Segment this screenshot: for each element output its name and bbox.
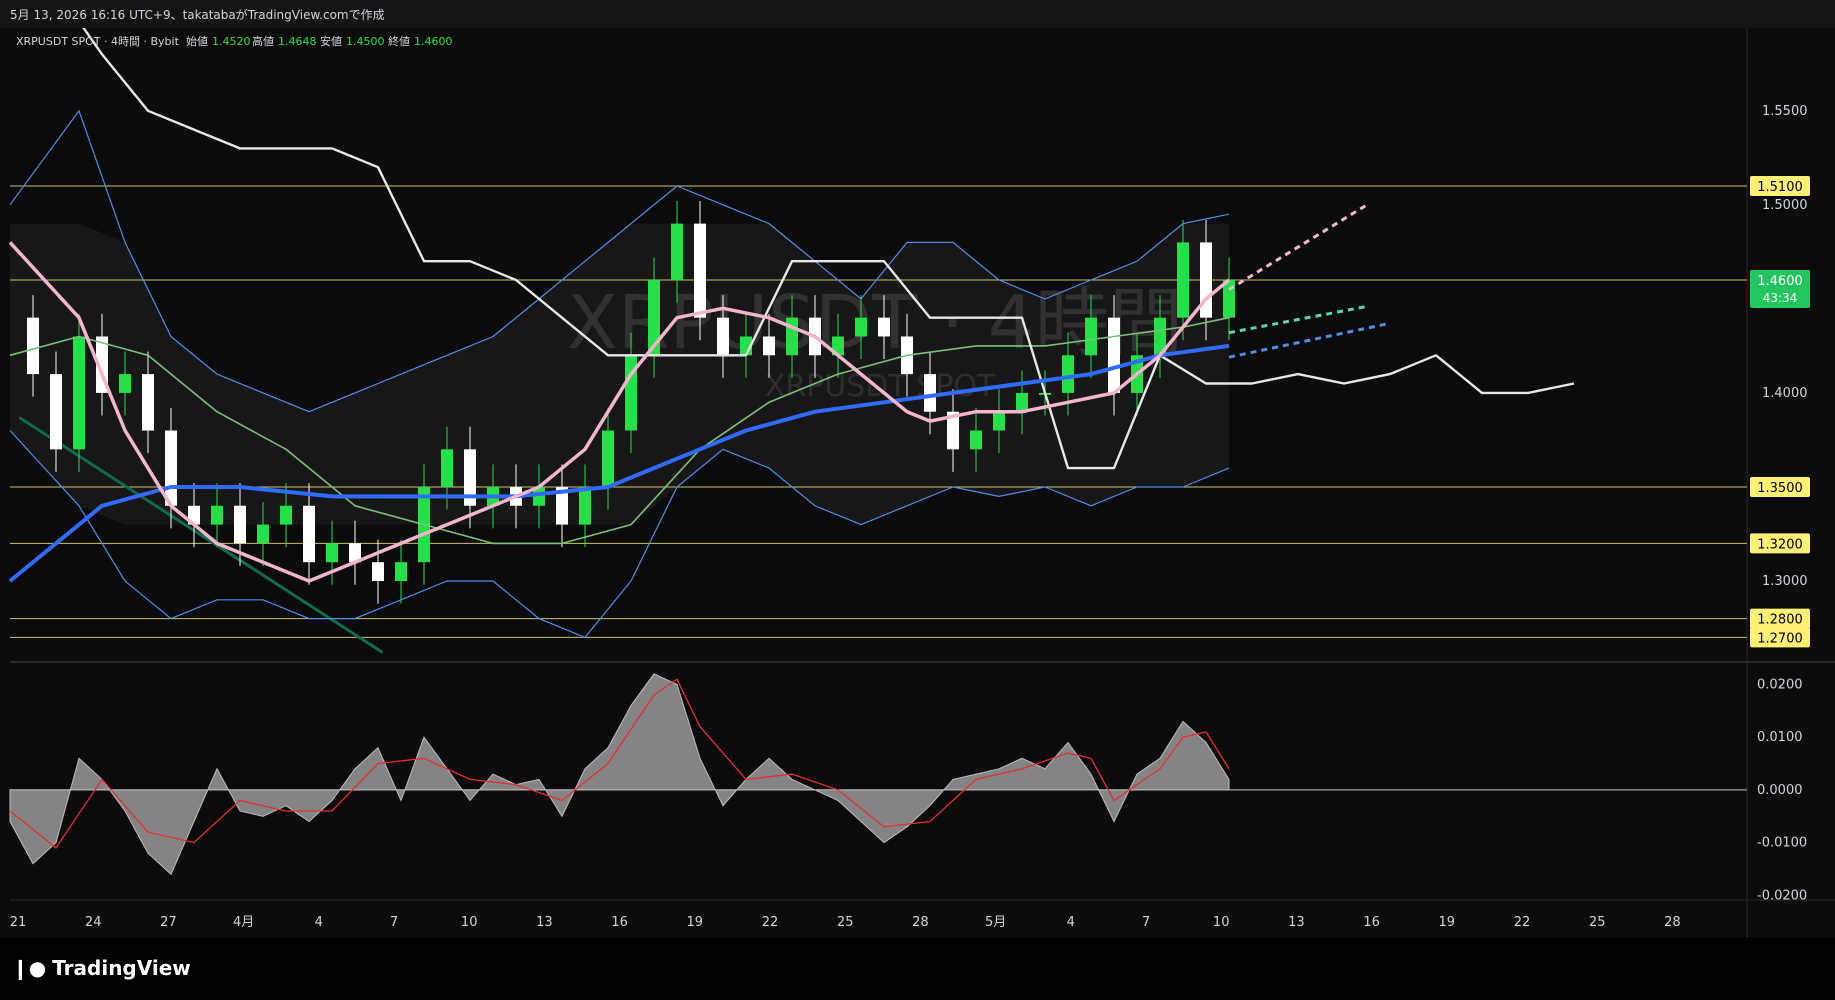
candle-body — [579, 486, 591, 525]
time-axis-tick: 10 — [1213, 915, 1230, 930]
time-axis-tick: 16 — [1363, 915, 1380, 930]
time-axis-tick: 4月 — [233, 915, 254, 930]
price-axis-tick: 1.3000 — [1762, 574, 1808, 589]
candle-body — [855, 317, 867, 337]
legend-close-value: 1.4600 — [414, 35, 453, 48]
candle-body — [1016, 392, 1028, 412]
candle-body — [763, 336, 775, 356]
time-axis-tick: 28 — [1664, 915, 1681, 930]
price-level-tag-text: 1.2700 — [1757, 631, 1803, 646]
countdown-text: 43:34 — [1763, 291, 1798, 305]
time-axis-tick: 27 — [160, 915, 177, 930]
current-price-text: 1.4600 — [1757, 274, 1803, 289]
time-axis-tick: 4 — [315, 915, 323, 930]
time-axis-tick: 16 — [611, 915, 628, 930]
price-axis-tick: 1.4000 — [1762, 386, 1808, 401]
candle-body — [50, 374, 62, 450]
candle-body — [211, 505, 223, 525]
time-axis-tick: 22 — [1514, 915, 1531, 930]
time-axis-tick: 24 — [85, 915, 102, 930]
candle-body — [395, 562, 407, 581]
candle-body — [73, 336, 85, 450]
price-axis-tick: 1.5500 — [1762, 104, 1808, 119]
candle-body — [165, 430, 177, 506]
candle-body — [993, 411, 1005, 431]
legend-open-label: 始値 — [186, 34, 208, 48]
candle-body — [878, 317, 890, 337]
candle-body — [257, 524, 269, 544]
candle-body — [717, 317, 729, 356]
footer: ❙● TradingView — [0, 938, 1835, 1000]
price-level-tag-text: 1.3500 — [1757, 481, 1803, 496]
time-axis-tick: 5月 — [985, 915, 1006, 930]
time-axis-tick: 19 — [687, 915, 704, 930]
oscillator-axis-tick: 0.0200 — [1757, 677, 1803, 692]
oscillator-axis-tick: 0.0100 — [1757, 730, 1803, 745]
time-axis-tick: 25 — [837, 915, 854, 930]
time-axis-tick: 7 — [390, 915, 398, 930]
tradingview-logo[interactable]: ❙● TradingView — [12, 956, 191, 980]
legend-high-value: 1.4648 — [278, 35, 317, 48]
time-axis-tick: 22 — [762, 915, 779, 930]
candle-body — [924, 374, 936, 412]
legend-close-label: 終値 — [388, 34, 410, 48]
oscillator-axis-tick: -0.0100 — [1757, 836, 1807, 851]
candle-body — [671, 223, 683, 281]
top-bar: 5月 13, 2026 16:16 UTC+9、takatabaがTrading… — [0, 0, 1835, 28]
tradingview-brand: TradingView — [52, 956, 191, 980]
candle-body — [786, 317, 798, 356]
legend-low-value: 1.4500 — [346, 35, 385, 48]
time-axis-tick: 28 — [912, 915, 929, 930]
price-level-tag-text: 1.5100 — [1757, 180, 1803, 195]
price-level-tag-text: 1.3200 — [1757, 537, 1803, 552]
candle-body — [1177, 242, 1189, 318]
time-axis-tick: 13 — [536, 915, 553, 930]
time-axis-tick: 13 — [1288, 915, 1305, 930]
price-level-tag-text: 1.2800 — [1757, 613, 1803, 628]
price-axis-tick: 1.5000 — [1762, 198, 1808, 213]
candle-body — [27, 317, 39, 375]
candle-body — [234, 505, 246, 544]
candle-body — [441, 449, 453, 487]
time-axis-tick: 25 — [1589, 915, 1606, 930]
time-axis-tick: 4 — [1067, 915, 1075, 930]
time-axis-tick: 19 — [1439, 915, 1456, 930]
legend-row: XRPUSDT SPOT · 4時間 · Bybit 始値 1.4520 高値 … — [16, 34, 453, 48]
legend-low-label: 安値 — [320, 34, 342, 48]
candle-body — [326, 543, 338, 563]
candle-body — [602, 430, 614, 487]
legend-open-value: 1.4520 — [212, 35, 251, 48]
candle-body — [694, 223, 706, 318]
candle-body — [372, 562, 384, 581]
candle-body — [119, 374, 131, 393]
legend-symbol: XRPUSDT SPOT · 4時間 · Bybit — [16, 35, 180, 48]
candle-body — [280, 505, 292, 525]
candle-body — [1062, 355, 1074, 393]
caption-text: 5月 13, 2026 16:16 UTC+9、takatabaがTrading… — [10, 8, 385, 22]
candle-body — [970, 430, 982, 450]
candle-body — [1085, 317, 1097, 356]
candle-body — [303, 505, 315, 563]
legend-high-label: 高値 — [252, 34, 274, 48]
time-axis-tick: 21 — [10, 915, 27, 930]
tradingview-logo-icon: ❙● — [12, 956, 47, 980]
time-axis-tick: 10 — [461, 915, 478, 930]
oscillator-axis-tick: -0.0200 — [1757, 888, 1807, 903]
candle-body — [142, 374, 154, 431]
candle-body — [1108, 317, 1120, 393]
price-chart[interactable]: XRPUSDT · 4時間 XRPUSDT SPOT 1.55001.50001… — [0, 28, 1835, 938]
time-axis-tick: 7 — [1142, 915, 1150, 930]
oscillator-axis-tick: 0.0000 — [1757, 783, 1803, 798]
